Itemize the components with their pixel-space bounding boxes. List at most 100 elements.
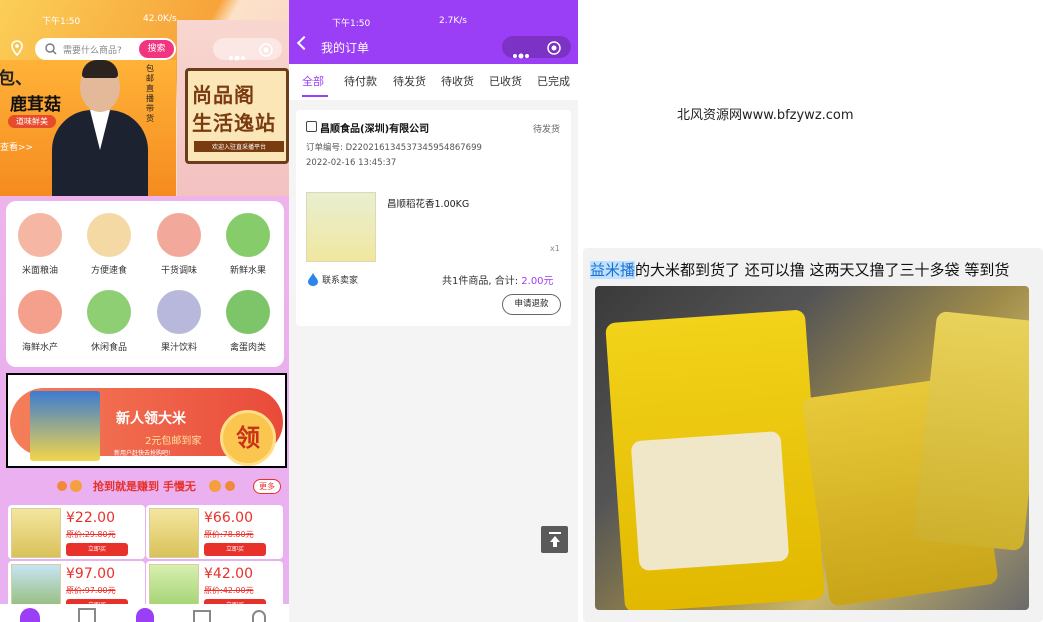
product-old-price: 原价:29.80元 <box>66 530 116 539</box>
chat-body: 的大米都到货了 还可以撸 这两天又撸了三十多袋 等到货 <box>635 261 1010 279</box>
decor-orange-icon <box>209 480 221 492</box>
contact-seller-link[interactable]: 联系卖家 <box>322 273 358 286</box>
more-button[interactable]: 更多 <box>253 479 281 494</box>
category-grid: 米面粮油 方便速食 干货调味 新鲜水果 海鲜水产 休闲食品 果汁饮料 禽蛋肉类 <box>6 201 284 367</box>
back-arrow-icon[interactable] <box>296 35 312 51</box>
goods-image <box>306 192 376 262</box>
status-net: 2.7K/s <box>439 16 467 26</box>
new-user-promo[interactable]: 新人领大米 2元包邮到家 新用户赶快去抢购吧! 领 <box>6 373 287 468</box>
order-tabs: 全部 待付款 待发货 待收货 已收货 已完成 <box>289 64 578 100</box>
category-icon <box>226 213 270 257</box>
category-label: 果汁饮料 <box>160 343 197 353</box>
search-button[interactable]: 搜索 <box>139 40 174 58</box>
category-item[interactable]: 米面粮油 <box>10 213 70 276</box>
chat-message: 益米播的大米都到货了 还可以撸 这两天又撸了三十多袋 等到货 <box>583 248 1043 622</box>
rice-bag-image <box>30 391 100 461</box>
status-net: 42.0K/s <box>143 14 177 24</box>
banner-more: 查看>> <box>0 143 34 153</box>
shop-name[interactable]: 昌顺食品(深圳)有限公司 <box>320 120 429 135</box>
category-icon <box>18 213 62 257</box>
category-icon <box>157 290 201 334</box>
category-label: 方便速食 <box>90 266 127 276</box>
host-photo <box>50 60 150 196</box>
flash-sale-header: 抢到就是赚到 手慢无 更多 <box>0 478 289 494</box>
product-card[interactable]: ¥66.00 原价:78.80元 立即买 <box>146 505 283 559</box>
active-tab-indicator <box>302 95 328 97</box>
product-image <box>149 508 199 558</box>
banner-text-1: 包、 <box>0 69 32 89</box>
product-old-price: 原价:97.00元 <box>66 586 116 595</box>
claim-button[interactable]: 领 <box>220 410 276 466</box>
buy-now-button[interactable]: 立即买 <box>66 543 128 556</box>
promo-note: 新用户赶快去抢购吧! <box>114 450 171 457</box>
product-price: ¥42.00 <box>204 566 253 582</box>
goods-name: 昌顺稻花香1.00KG <box>387 199 470 210</box>
tab-pending-payment[interactable]: 待付款 <box>344 73 377 89</box>
page-title: 我的订单 <box>321 41 370 55</box>
more-dots-icon[interactable] <box>511 44 531 59</box>
more-dots-icon[interactable] <box>227 46 247 61</box>
tab-received[interactable]: 已收货 <box>489 73 522 89</box>
close-capsule-icon[interactable] <box>259 42 273 57</box>
search-bar[interactable]: 需要什么商品? 搜索 <box>35 38 176 60</box>
decor-orange-icon <box>57 481 67 491</box>
profile-tab-icon[interactable] <box>252 610 266 622</box>
mini-program-capsule[interactable] <box>213 38 282 61</box>
bottom-tab-bar <box>0 604 289 622</box>
close-capsule-icon[interactable] <box>547 40 561 55</box>
watermark: 北风资源网www.bfzywz.com <box>677 108 854 123</box>
category-icon <box>87 290 131 334</box>
product-price: ¥66.00 <box>204 510 253 526</box>
category-item[interactable]: 新鲜水果 <box>218 213 278 276</box>
shop-icon <box>306 121 317 132</box>
order-date: 2022-02-16 13:45:37 <box>306 158 397 168</box>
tab-completed[interactable]: 已完成 <box>537 73 570 89</box>
product-price: ¥97.00 <box>66 566 115 582</box>
order-card[interactable]: 昌顺食品(深圳)有限公司 待发货 订单编号: D2202161345373459… <box>296 110 571 326</box>
decor-orange-icon <box>70 480 82 492</box>
promo-subtitle: 2元包邮到家 <box>145 436 202 447</box>
featured-tab-icon[interactable] <box>136 608 154 622</box>
cart-tab-icon[interactable] <box>193 610 211 622</box>
goods-quantity: x1 <box>550 244 560 253</box>
search-icon <box>45 43 57 55</box>
category-item[interactable]: 干货调味 <box>149 213 209 276</box>
product-card[interactable]: ¥22.00 原价:29.80元立即买 <box>8 505 145 559</box>
category-label: 禽蛋肉类 <box>229 343 266 353</box>
order-number: 订单编号: D2202161345373459548676​99 <box>306 143 482 153</box>
highlighted-term: 益米播 <box>590 261 636 279</box>
refund-button[interactable]: 申请退款 <box>502 294 561 315</box>
tab-pending-shipment[interactable]: 待发货 <box>393 73 426 89</box>
order-summary: 共1件商品, 合计: 2.00元 <box>442 272 554 287</box>
back-to-top-icon[interactable] <box>541 526 568 553</box>
category-item[interactable]: 方便速食 <box>79 213 139 276</box>
location-pin-icon[interactable] <box>10 40 24 57</box>
category-item[interactable]: 禽蛋肉类 <box>218 290 278 353</box>
category-label: 新鲜水果 <box>229 266 266 276</box>
banner-slide-left[interactable]: 包、 鹿茸菇 道味鲜美 查看>> 包邮 直播带货 <box>0 60 176 196</box>
tab-pending-receipt[interactable]: 待收货 <box>441 73 474 89</box>
category-tab-icon[interactable] <box>78 608 96 622</box>
tab-all[interactable]: 全部 <box>302 73 324 89</box>
buy-now-button[interactable]: 立即买 <box>204 543 266 556</box>
order-status: 待发货 <box>533 125 561 135</box>
rice-bags-photo[interactable] <box>595 286 1029 610</box>
product-old-price: 原价:42.00元 <box>204 586 254 595</box>
status-bar: 下午1:50 42.0K/s <box>0 14 289 30</box>
order-total: 2.00元 <box>521 276 554 287</box>
product-image <box>11 508 61 558</box>
decor-orange-icon <box>225 481 235 491</box>
mini-program-capsule[interactable] <box>502 36 571 59</box>
sign-sub: 欢迎入驻直采播平台 <box>194 141 284 152</box>
search-input[interactable]: 需要什么商品? <box>63 43 122 56</box>
category-item[interactable]: 海鲜水产 <box>10 290 70 353</box>
status-time: 下午1:50 <box>42 17 81 27</box>
home-tab-icon[interactable] <box>20 608 40 622</box>
category-item[interactable]: 休闲食品 <box>79 290 139 353</box>
category-icon <box>157 213 201 257</box>
category-item[interactable]: 果汁饮料 <box>149 290 209 353</box>
product-price: ¥22.00 <box>66 510 115 526</box>
shop-home-screen: 包、 鹿茸菇 道味鲜美 查看>> 包邮 直播带货 尚品阁 生活逸站 欢迎入驻直采… <box>0 0 289 622</box>
sign-line-2: 生活逸站 <box>192 111 276 135</box>
status-time: 下午1:50 <box>332 19 371 29</box>
